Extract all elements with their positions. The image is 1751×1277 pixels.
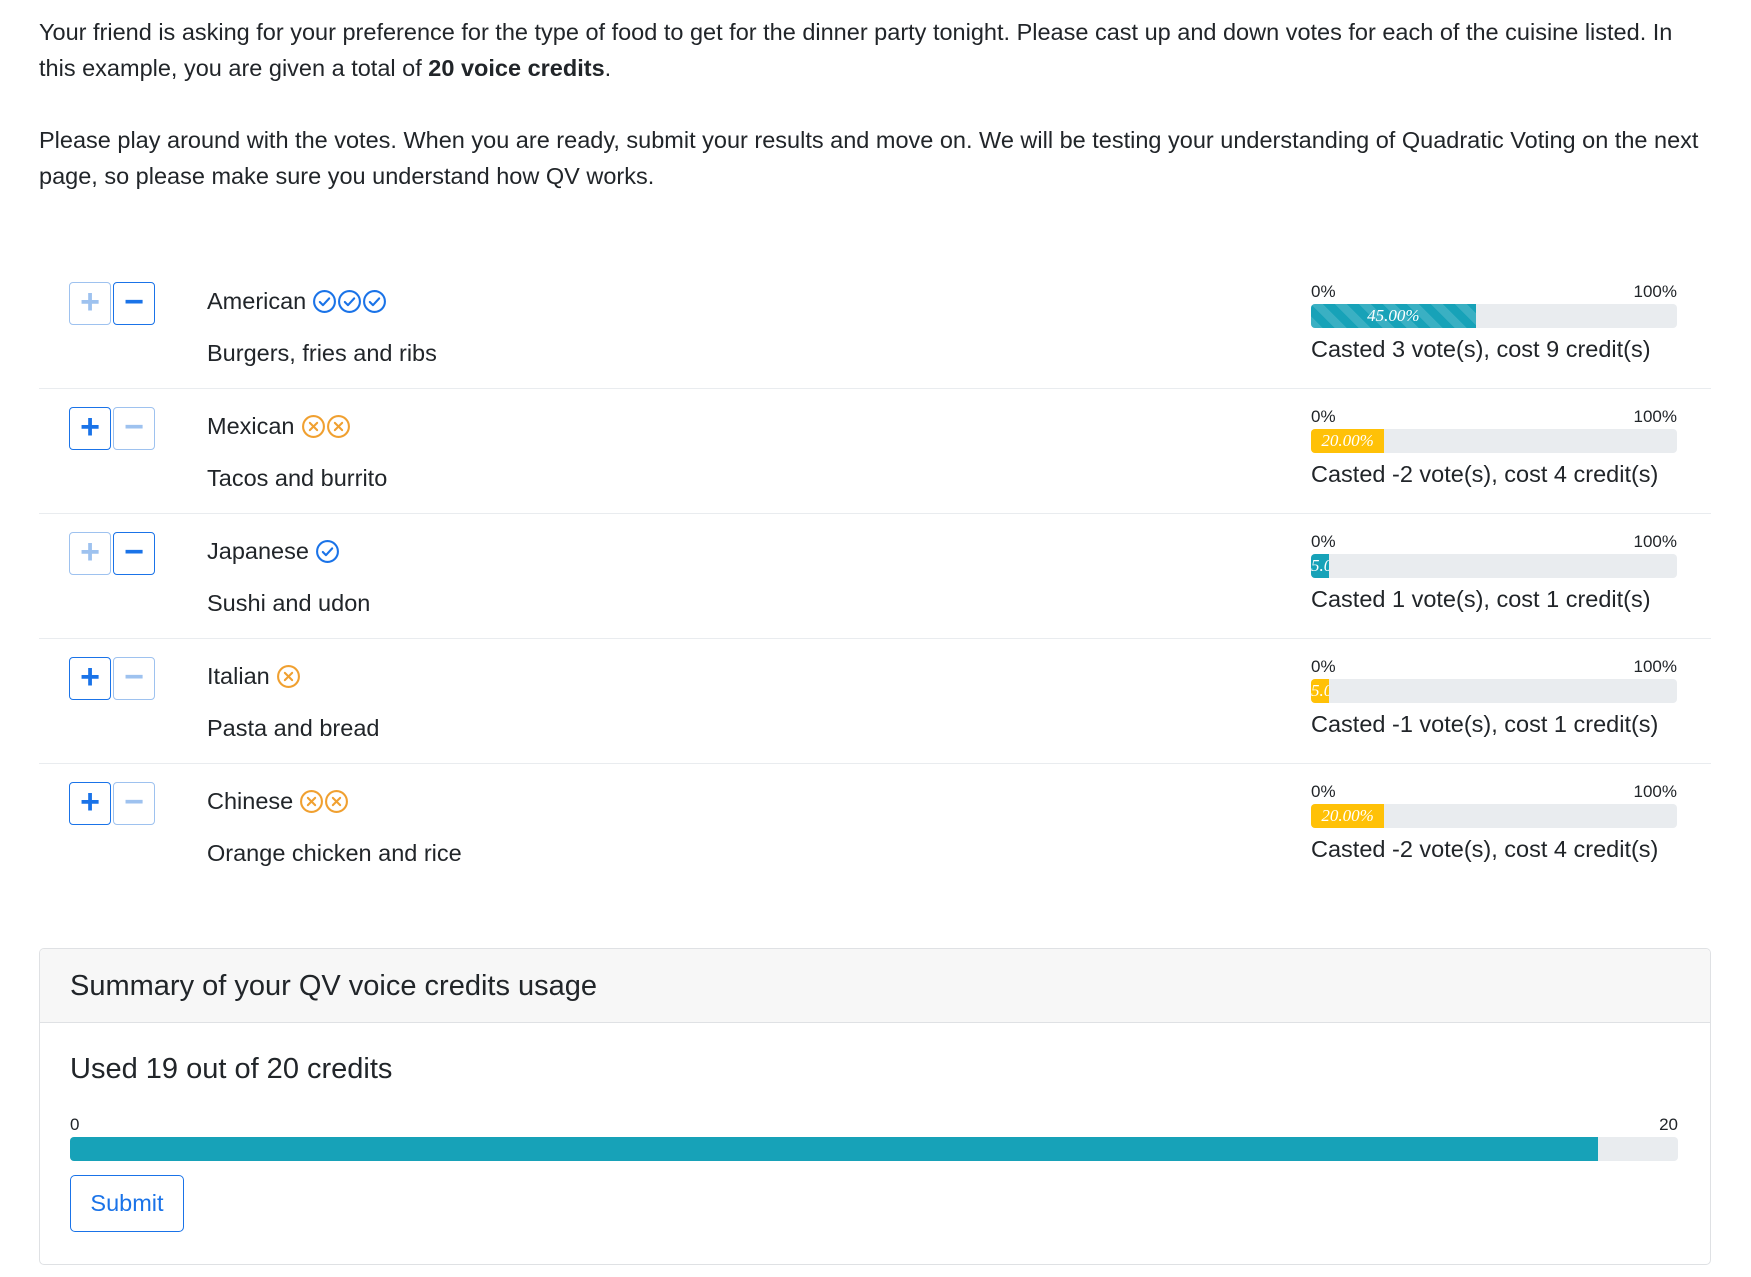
progress-fill: 5.00%: [1311, 554, 1330, 578]
vote-progress: 0% 100% 20.00% Casted -2 vote(s), cost 4 …: [1311, 782, 1677, 863]
upvote-button[interactable]: +: [69, 532, 111, 575]
plus-icon: +: [80, 783, 100, 821]
progress-track: 45.00%: [1311, 304, 1677, 328]
submit-button[interactable]: Submit: [70, 1175, 184, 1232]
summary-card: Summary of your QV voice credits usage U…: [39, 948, 1711, 1265]
vote-icons: [299, 789, 349, 814]
vote-icons: [276, 664, 301, 689]
bar-tick-min: 0%: [1311, 782, 1336, 801]
vote-progress: 0% 100% 20.00% Casted -2 vote(s), cost 4 …: [1311, 407, 1677, 488]
cuisine-item-chinese: + − Chinese Orange chicken and rice 0% 10…: [39, 764, 1711, 888]
cast-summary: Casted 1 vote(s), cost 1 credit(s): [1311, 586, 1651, 612]
intro-paragraph-1: Your friend is asking for your preferenc…: [39, 14, 1711, 86]
plus-icon: +: [80, 533, 100, 571]
progress-fill: 20.00%: [1311, 804, 1385, 828]
vote-progress: 0% 100% 5.00% Casted 1 vote(s), cost 1 cr…: [1311, 532, 1677, 613]
vote-icons: [312, 289, 387, 314]
cuisine-name: American: [207, 288, 307, 314]
upvote-button[interactable]: +: [69, 782, 111, 825]
upvote-button[interactable]: +: [69, 657, 111, 700]
page: Your friend is asking for your preferenc…: [39, 14, 1711, 1265]
plus-icon: +: [80, 408, 100, 446]
credits-progress: 0 20: [70, 1115, 1678, 1161]
cuisine-description: Tacos and burrito: [207, 465, 388, 491]
bar-tick-max: 100%: [1633, 532, 1677, 551]
credits-fill: [70, 1137, 1598, 1161]
cast-summary: Casted -2 vote(s), cost 4 credit(s): [1311, 836, 1659, 862]
check-circle-icon: [313, 290, 337, 313]
bar-tick-max: 100%: [1633, 782, 1677, 801]
cuisine-item-american: + − American Burgers, fries and ribs 0% 1…: [39, 264, 1711, 389]
vote-icons: [301, 414, 351, 439]
cuisine-name: Mexican: [207, 413, 295, 439]
cuisine-item-italian: + − Italian Pasta and bread 0% 100% 5.00%…: [39, 639, 1711, 764]
vote-progress: 0% 100% 5.00% Casted -1 vote(s), cost 1 c…: [1311, 657, 1677, 738]
credits-tick-max: 20: [1659, 1115, 1678, 1134]
cuisine-description: Sushi and udon: [207, 590, 371, 616]
x-circle-icon: [300, 790, 324, 813]
bar-tick-max: 100%: [1633, 407, 1677, 426]
credits-tick-min: 0: [70, 1115, 80, 1134]
cast-summary: Casted -1 vote(s), cost 1 credit(s): [1311, 711, 1659, 737]
intro-text-1-end: .: [604, 55, 612, 81]
intro-paragraph-2: Please play around with the votes. When …: [39, 127, 1699, 189]
cuisine-description: Burgers, fries and ribs: [207, 340, 437, 366]
minus-icon: −: [124, 658, 144, 696]
cuisine-name: Italian: [207, 663, 270, 689]
cuisine-description: Orange chicken and rice: [207, 840, 462, 866]
vote-progress: 0% 100% 45.00% Casted 3 vote(s), cost 9 c…: [1311, 282, 1677, 363]
plus-icon: +: [80, 658, 100, 696]
credits-used-text: Used 19 out of 20 credits: [70, 1053, 393, 1085]
bar-tick-max: 100%: [1633, 282, 1677, 301]
intro-text-1: Your friend is asking for your preferenc…: [39, 19, 1673, 81]
cast-summary: Casted -2 vote(s), cost 4 credit(s): [1311, 461, 1659, 487]
x-circle-icon: [301, 415, 325, 438]
summary-title: Summary of your QV voice credits usage: [40, 949, 1710, 1023]
minus-icon: −: [124, 408, 144, 446]
credits-track: [70, 1137, 1678, 1161]
check-circle-icon: [363, 290, 387, 313]
upvote-button[interactable]: +: [69, 407, 111, 450]
upvote-button[interactable]: +: [69, 282, 111, 325]
bar-tick-max: 100%: [1633, 657, 1677, 676]
bar-tick-min: 0%: [1311, 532, 1336, 551]
downvote-button[interactable]: −: [113, 282, 155, 325]
cuisine-description: Pasta and bread: [207, 715, 380, 741]
bar-tick-min: 0%: [1311, 407, 1336, 426]
progress-track: 20.00%: [1311, 429, 1677, 453]
plus-icon: +: [80, 283, 100, 321]
downvote-button[interactable]: −: [113, 407, 155, 450]
x-circle-icon: [326, 415, 350, 438]
cuisine-list: + − American Burgers, fries and ribs 0% 1…: [39, 264, 1711, 888]
progress-fill: 5.00%: [1311, 679, 1330, 703]
vote-icons: [315, 539, 340, 564]
check-circle-icon: [338, 290, 362, 313]
bar-tick-min: 0%: [1311, 657, 1336, 676]
check-circle-icon: [315, 540, 339, 563]
downvote-button[interactable]: −: [113, 657, 155, 700]
progress-track: 20.00%: [1311, 804, 1677, 828]
downvote-button[interactable]: −: [113, 782, 155, 825]
bar-tick-min: 0%: [1311, 282, 1336, 301]
cuisine-name: Japanese: [207, 538, 309, 564]
progress-track: 5.00%: [1311, 554, 1677, 578]
x-circle-icon: [325, 790, 349, 813]
progress-track: 5.00%: [1311, 679, 1677, 703]
cuisine-item-japanese: + − Japanese Sushi and udon 0% 100% 5.00%…: [39, 514, 1711, 639]
progress-fill: 45.00%: [1311, 304, 1476, 328]
x-circle-icon: [276, 665, 300, 688]
cuisine-item-mexican: + − Mexican Tacos and burrito 0% 100% 20.…: [39, 389, 1711, 514]
progress-fill: 20.00%: [1311, 429, 1385, 453]
minus-icon: −: [124, 533, 144, 571]
cast-summary: Casted 3 vote(s), cost 9 credit(s): [1311, 336, 1651, 362]
downvote-button[interactable]: −: [113, 532, 155, 575]
credits-emphasis: 20 voice credits: [428, 55, 605, 81]
minus-icon: −: [124, 283, 144, 321]
intro: Your friend is asking for your preferenc…: [39, 14, 1711, 194]
cuisine-name: Chinese: [207, 788, 294, 814]
minus-icon: −: [124, 783, 144, 821]
